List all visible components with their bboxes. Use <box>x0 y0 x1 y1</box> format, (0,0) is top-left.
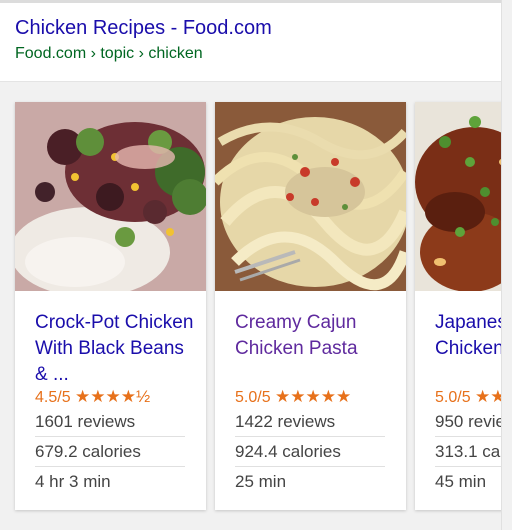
divider <box>235 436 385 437</box>
calories: 679.2 calories <box>35 442 141 461</box>
calories: 924.4 calories <box>235 442 341 461</box>
rating-value: 5.0/5 <box>435 389 471 406</box>
divider <box>435 466 502 467</box>
recipe-image[interactable] <box>415 102 502 291</box>
rating: 4.5/5 ★★★★½ <box>35 387 150 407</box>
right-edge <box>501 0 512 530</box>
cook-time: 4 hr 3 min <box>35 472 111 491</box>
search-result-header: Chicken Recipes - Food.com Food.com › to… <box>0 3 502 82</box>
divider <box>35 436 185 437</box>
divider <box>35 466 185 467</box>
rating: 5.0/5 ★★★★★ <box>435 387 502 407</box>
recipe-card[interactable]: Japanese Mum's Chicken 5.0/5 ★★★★★ 950 r… <box>415 102 502 510</box>
rating: 5.0/5 ★★★★★ <box>235 387 351 407</box>
cook-time: 45 min <box>435 472 487 491</box>
recipe-title-link[interactable]: Creamy Cajun Chicken Pasta <box>235 310 395 362</box>
star-rating-icon: ★★★★★ <box>275 387 352 406</box>
recipe-title-link[interactable]: Japanese Mum's Chicken <box>435 310 502 362</box>
result-title-link[interactable]: Chicken Recipes - Food.com <box>15 17 272 40</box>
rating-value: 4.5/5 <box>35 389 71 406</box>
review-count: 950 reviews <box>435 412 502 431</box>
breadcrumb: Food.com › topic › chicken <box>15 45 203 62</box>
recipe-image[interactable] <box>215 102 406 291</box>
recipe-title-link[interactable]: Crock-Pot Chicken With Black Beans & ... <box>35 310 195 388</box>
recipe-card[interactable]: Crock-Pot Chicken With Black Beans & ...… <box>15 102 206 510</box>
divider <box>235 466 385 467</box>
calories: 313.1 calories <box>435 442 502 461</box>
cook-time: 25 min <box>235 472 287 491</box>
divider <box>435 436 502 437</box>
recipe-carousel[interactable]: Crock-Pot Chicken With Black Beans & ...… <box>0 82 502 530</box>
recipe-image[interactable] <box>15 102 206 291</box>
rating-value: 5.0/5 <box>235 389 271 406</box>
review-count: 1601 reviews <box>35 412 136 431</box>
recipe-card[interactable]: Creamy Cajun Chicken Pasta 5.0/5 ★★★★★ 1… <box>215 102 406 510</box>
star-rating-icon: ★★★★½ <box>75 387 151 406</box>
star-rating-icon: ★★★★★ <box>475 387 502 406</box>
review-count: 1422 reviews <box>235 412 336 431</box>
